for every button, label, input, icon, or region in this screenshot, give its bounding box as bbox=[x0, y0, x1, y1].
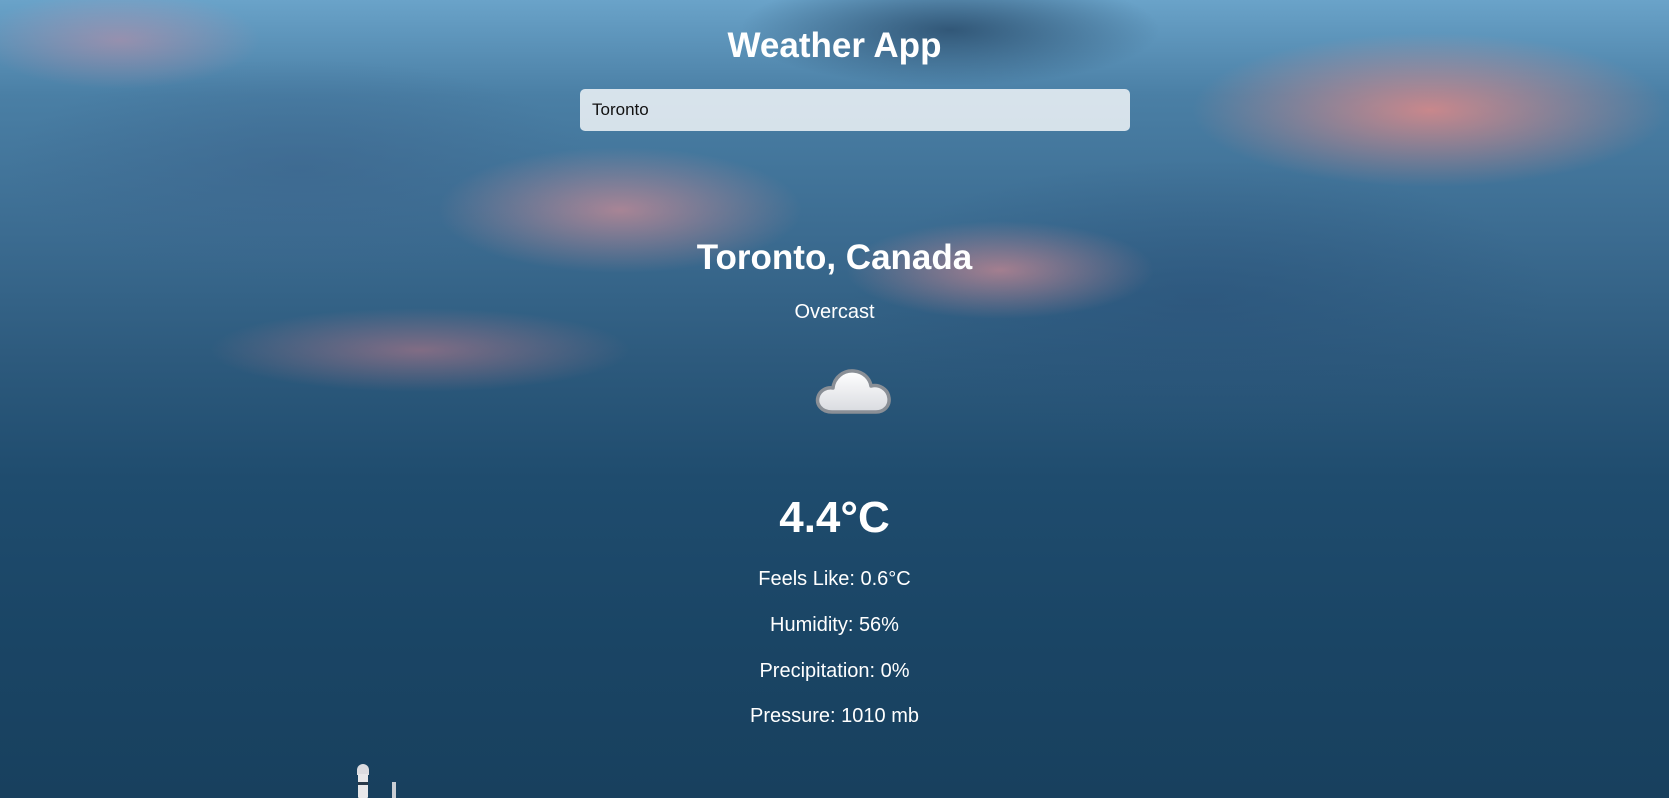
city-search-input[interactable] bbox=[580, 89, 1130, 131]
weather-condition: Overcast bbox=[794, 301, 875, 323]
location-name: Toronto, Canada bbox=[696, 238, 973, 277]
weather-app: Weather App Toronto, Canada Overcast 4.4… bbox=[0, 0, 1669, 798]
precipitation-text: Precipitation: 0% bbox=[759, 660, 910, 682]
app-title: Weather App bbox=[727, 26, 942, 65]
pressure-text: Pressure: 1010 mb bbox=[750, 705, 919, 727]
temperature-value: 4.4°C bbox=[779, 493, 890, 542]
feels-like-text: Feels Like: 0.6°C bbox=[758, 568, 911, 590]
cloud-icon bbox=[815, 369, 891, 414]
humidity-text: Humidity: 56% bbox=[770, 614, 899, 636]
